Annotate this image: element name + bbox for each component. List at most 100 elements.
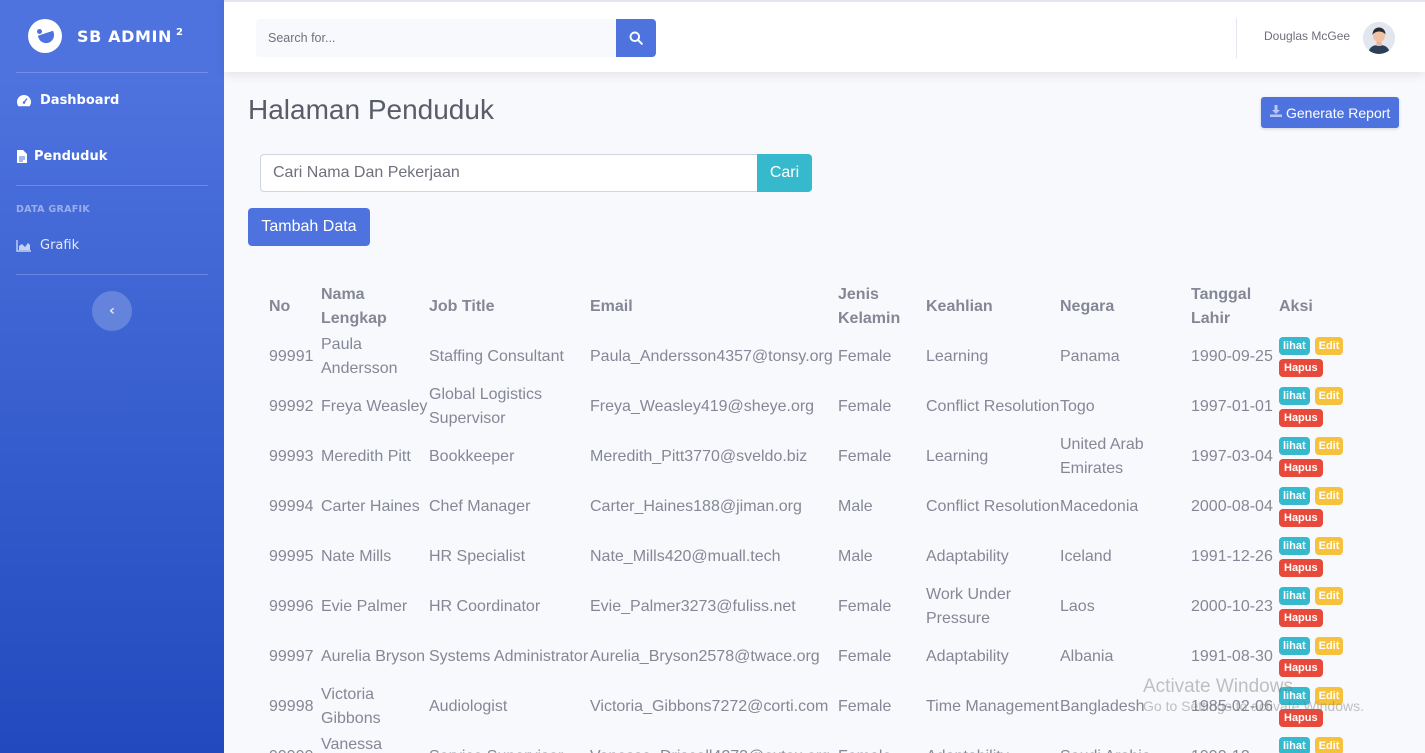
- cell-keahlian: Adaptability: [926, 548, 1009, 565]
- lihat-button[interactable]: lihat: [1279, 687, 1310, 705]
- lihat-button[interactable]: lihat: [1279, 737, 1310, 753]
- sidebar: SB ADMIN 2 Dashboard Penduduk DATA GRAFIK…: [0, 0, 224, 753]
- tachometer-icon: [16, 94, 32, 108]
- user-name[interactable]: Douglas McGee: [1264, 29, 1350, 43]
- cell-nama: Evie Palmer: [321, 598, 408, 615]
- hapus-button[interactable]: Hapus: [1279, 659, 1323, 677]
- cell-email: Aurelia_Bryson2578@twace.org: [590, 648, 820, 665]
- cell-negara: Albania: [1060, 648, 1114, 665]
- edit-button[interactable]: Edit: [1314, 487, 1344, 505]
- cell-negara: United Arab Emirates: [1060, 436, 1144, 477]
- download-icon: [1270, 105, 1282, 120]
- edit-button[interactable]: Edit: [1314, 637, 1344, 655]
- hapus-button[interactable]: Hapus: [1279, 509, 1323, 527]
- cell-nama: Aurelia Bryson: [321, 648, 426, 665]
- cell-email: Carter_Haines188@jiman.org: [590, 498, 802, 515]
- cell-nama: Freya Weasley: [321, 398, 428, 415]
- cell-no: 99999: [261, 732, 321, 753]
- hapus-button[interactable]: Hapus: [1279, 359, 1323, 377]
- edit-button[interactable]: Edit: [1314, 537, 1344, 555]
- header-nama-lengkap: Nama Lengkap: [321, 286, 387, 327]
- edit-button[interactable]: Edit: [1314, 687, 1344, 705]
- hapus-button[interactable]: Hapus: [1279, 559, 1323, 577]
- lihat-button[interactable]: lihat: [1279, 537, 1310, 555]
- page-title: Halaman Penduduk: [248, 94, 494, 125]
- sidebar-divider: [16, 72, 208, 73]
- generate-report-button[interactable]: Generate Report: [1261, 97, 1400, 128]
- cell-job-title: Service Supervisor: [429, 732, 590, 753]
- sidebar-heading: DATA GRAFIK: [16, 204, 91, 215]
- search-input[interactable]: [256, 19, 616, 57]
- header-job-title: Job Title: [429, 298, 495, 315]
- cell-jenis-kelamin: Female: [838, 698, 892, 715]
- header-keahlian: Keahlian: [926, 298, 993, 315]
- table-row: 99991 Paula Andersson Staffing Consultant P…: [261, 332, 1389, 382]
- cell-aksi: lihatEdit Hapus: [1279, 482, 1389, 532]
- hapus-button[interactable]: Hapus: [1279, 609, 1323, 627]
- table-row: 99993 Meredith Pitt Bookkeeper Meredith_Pit…: [261, 432, 1389, 482]
- name-job-search-input[interactable]: [260, 154, 758, 192]
- action-group: lihatEditHapus: [1279, 737, 1359, 753]
- cell-keahlian: Conflict Resolution: [926, 498, 1060, 515]
- cell-aksi: lihatEdit Hapus: [1279, 532, 1389, 582]
- penduduk-table: No Nama Lengkap Job Title Email Jenis Ke…: [261, 282, 1389, 753]
- cell-no: 99997: [269, 648, 314, 665]
- hapus-button[interactable]: Hapus: [1279, 459, 1323, 477]
- edit-button[interactable]: Edit: [1314, 337, 1344, 355]
- lihat-button[interactable]: lihat: [1279, 587, 1310, 605]
- sidebar-toggle-button[interactable]: ‹: [92, 291, 132, 331]
- cell-aksi: lihatEdit Hapus: [1279, 332, 1389, 382]
- cell-jenis-kelamin: Female: [838, 598, 892, 615]
- sidebar-item-label: Dashboard: [40, 93, 120, 108]
- header-no: No: [269, 298, 291, 315]
- cell-no: 99998: [269, 698, 314, 715]
- hapus-button[interactable]: Hapus: [1279, 409, 1323, 427]
- brand-link[interactable]: SB ADMIN 2: [0, 0, 224, 72]
- hapus-button[interactable]: Hapus: [1279, 709, 1323, 727]
- file-icon: [16, 150, 27, 164]
- sidebar-item-grafik[interactable]: Grafik: [16, 238, 79, 253]
- cell-email: Victoria_Gibbons7272@corti.com: [590, 698, 829, 715]
- cell-job-title: Chef Manager: [429, 498, 531, 515]
- cell-tanggal-lahir: 1991-12-26: [1191, 548, 1273, 565]
- lihat-button[interactable]: lihat: [1279, 637, 1310, 655]
- sidebar-item-dashboard[interactable]: Dashboard: [16, 93, 119, 108]
- search-button[interactable]: [616, 19, 656, 57]
- sidebar-item-label: Penduduk: [34, 149, 108, 164]
- sidebar-item-penduduk[interactable]: Penduduk: [16, 149, 107, 164]
- cell-no: 99996: [269, 598, 314, 615]
- cell-job-title: Systems Administrator: [429, 648, 589, 665]
- lihat-button[interactable]: lihat: [1279, 487, 1310, 505]
- cell-tanggal-lahir: 1997-03-04: [1191, 448, 1273, 465]
- cell-negara: Saudi Arabia: [1060, 732, 1191, 753]
- cell-email: Evie_Palmer3273@fuliss.net: [590, 598, 796, 615]
- lihat-button[interactable]: lihat: [1279, 437, 1310, 455]
- cell-no: 99995: [269, 548, 314, 565]
- cell-jenis-kelamin: Female: [838, 648, 892, 665]
- cell-job-title: Audiologist: [429, 698, 508, 715]
- edit-button[interactable]: Edit: [1314, 437, 1344, 455]
- avatar[interactable]: [1363, 22, 1395, 54]
- cell-email: Paula_Andersson4357@tonsy.org: [590, 348, 833, 365]
- edit-button[interactable]: Edit: [1314, 737, 1344, 753]
- topbar: Douglas McGee: [224, 0, 1425, 72]
- table-row: 99995 Nate Mills HR Specialist Nate_Mills42…: [261, 532, 1389, 582]
- edit-button[interactable]: Edit: [1314, 587, 1344, 605]
- cell-negara: Laos: [1060, 598, 1095, 615]
- lihat-button[interactable]: lihat: [1279, 387, 1310, 405]
- action-group: lihatEdit Hapus: [1279, 437, 1359, 477]
- report-button-label: Generate Report: [1286, 104, 1391, 121]
- sidebar-divider: [16, 274, 208, 275]
- action-group: lihatEdit Hapus: [1279, 537, 1359, 577]
- tambah-data-button[interactable]: Tambah Data: [248, 208, 370, 246]
- cari-button[interactable]: Cari: [757, 154, 812, 192]
- cell-aksi: lihatEditHapus: [1279, 732, 1389, 753]
- lihat-button[interactable]: lihat: [1279, 337, 1310, 355]
- table-row: 99998 Victoria Gibbons Audiologist Victoria…: [261, 682, 1389, 732]
- edit-button[interactable]: Edit: [1314, 387, 1344, 405]
- table-row: 99996 Evie Palmer HR Coordinator Evie_Palme…: [261, 582, 1389, 632]
- search-icon: [629, 31, 643, 45]
- table-row: 99999Vanessa Driscoll Service SupervisorV…: [261, 732, 1389, 753]
- cell-email: Nate_Mills420@muall.tech: [590, 548, 781, 565]
- action-group: lihatEdit Hapus: [1279, 387, 1359, 427]
